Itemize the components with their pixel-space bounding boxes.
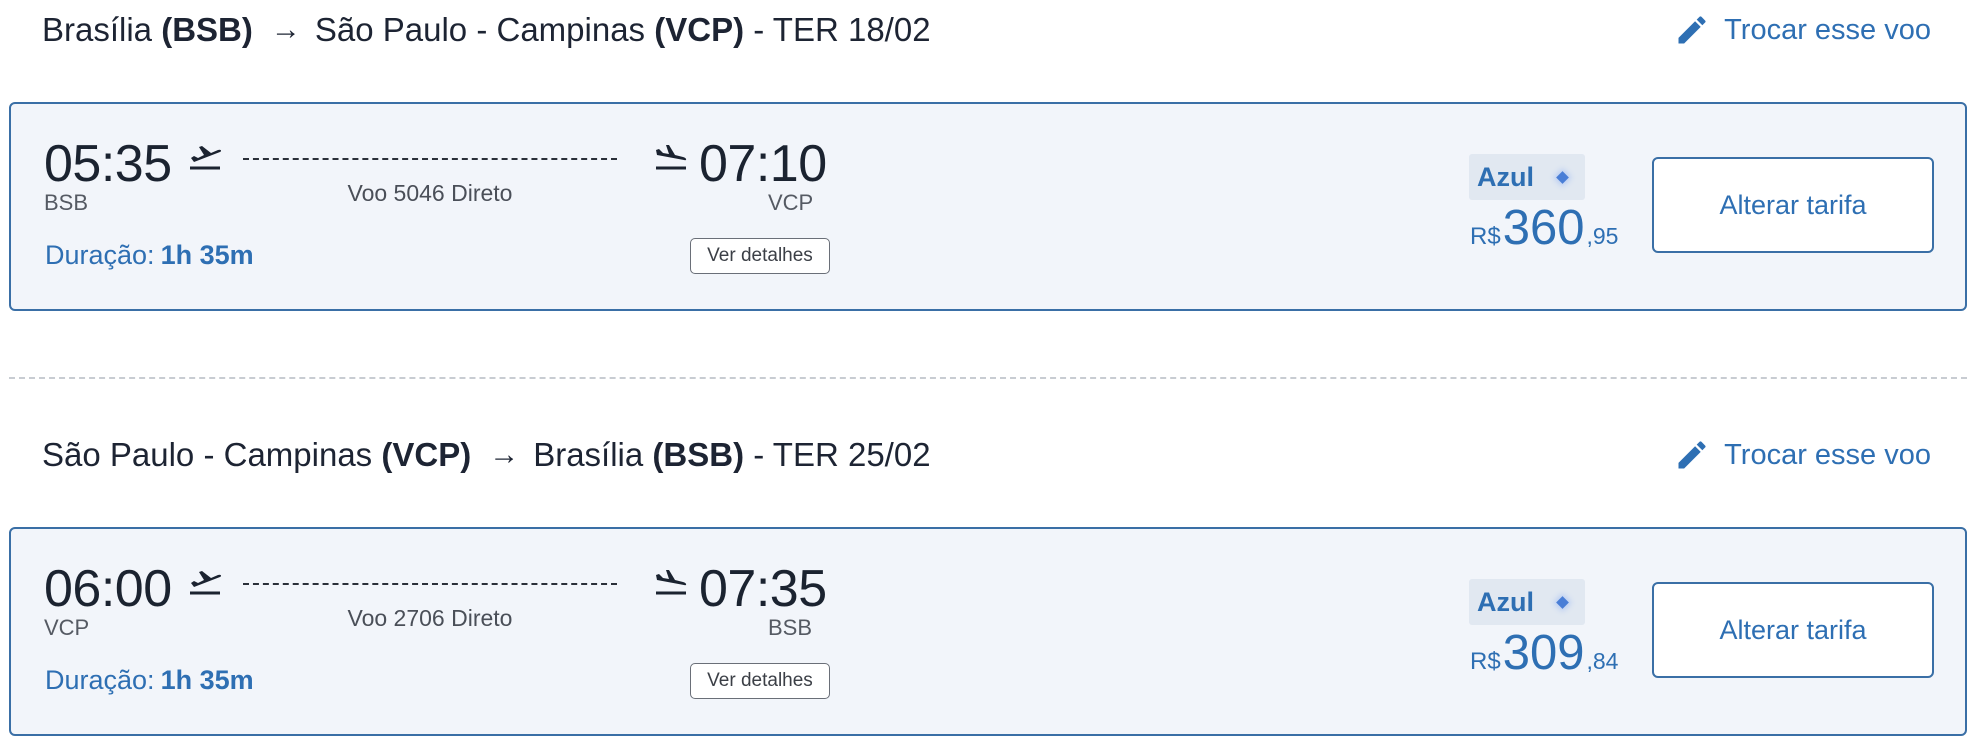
leg-route-header: Brasília (BSB) → São Paulo - Campinas (V… [42,0,931,60]
duration-label: Duração: [45,665,155,695]
flight-number: Voo 5046 Direto [347,180,513,206]
origin-city: São Paulo - Campinas [42,436,373,473]
price-currency: R$ [1470,223,1501,250]
fare-price: R$ 309 ,84 [1470,625,1618,681]
flight-card: 05:35 BSB Voo 5046 Direto 07:10 VCP Dura… [9,102,1967,311]
diamond-icon [1556,170,1569,184]
leg-route-header: São Paulo - Campinas (VCP) → Brasília (B… [42,425,931,485]
flight-date: - TER 25/02 [753,436,931,473]
departure-time: 06:00 [44,560,172,618]
arrival-time: 07:35 [699,560,827,618]
airline-name: Azul [1477,586,1534,617]
pencil-icon [1674,12,1710,48]
fare-price: R$ 360 ,95 [1470,200,1618,256]
duration-label: Duração: [45,240,155,270]
price-currency: R$ [1470,648,1501,675]
change-fare-button[interactable]: Alterar tarifa [1652,157,1934,253]
change-flight-label: Trocar esse voo [1724,13,1931,46]
price-integer: 309 [1502,626,1585,680]
change-fare-button[interactable]: Alterar tarifa [1652,582,1934,678]
route-dashed-line [243,158,617,160]
duration-value: 1h 35m [160,665,254,695]
origin-city: Brasília [42,11,153,48]
landing-icon [656,570,687,595]
origin-code: (BSB) [161,11,253,48]
arrival-time: 07:10 [699,135,827,193]
diamond-icon [1556,595,1569,609]
airline-badge: Azul [1469,154,1585,200]
flight-duration: Duração: 1h 35m [45,240,254,271]
airline-badge: Azul [1469,579,1585,625]
price-decimal: ,84 [1586,648,1619,674]
route-dashed-line [243,583,617,585]
destination-city: Brasília [533,436,644,473]
arrow-right-icon: → [270,13,301,46]
arrow-right-icon: → [489,438,520,471]
change-flight-link[interactable]: Trocar esse voo [1674,425,1931,485]
flight-card: 06:00 VCP Voo 2706 Direto 07:35 BSB Dura… [9,527,1967,736]
change-flight-link[interactable]: Trocar esse voo [1674,0,1931,60]
change-flight-label: Trocar esse voo [1724,438,1931,471]
price-decimal: ,95 [1586,223,1619,249]
flight-date: - TER 18/02 [753,11,931,48]
airline-name: Azul [1477,161,1534,192]
origin-code: (VCP) [381,436,472,473]
destination-code: (VCP) [654,11,745,48]
view-details-button[interactable]: Ver detalhes [690,238,830,274]
departure-airport: VCP [44,615,90,640]
view-details-button[interactable]: Ver detalhes [690,663,830,699]
destination-city: São Paulo - Campinas [314,11,646,48]
landing-icon [656,145,687,170]
leg-divider [9,377,1967,379]
duration-value: 1h 35m [160,240,254,270]
arrival-airport: BSB [768,615,813,640]
destination-code: (BSB) [652,436,745,473]
departure-airport: BSB [44,190,89,215]
price-integer: 360 [1502,201,1585,255]
takeoff-icon [190,571,222,595]
takeoff-icon [190,146,222,170]
arrival-airport: VCP [768,190,814,215]
pencil-icon [1674,437,1710,473]
flight-number: Voo 2706 Direto [347,605,513,631]
flight-duration: Duração: 1h 35m [45,665,254,696]
departure-time: 05:35 [44,135,172,193]
